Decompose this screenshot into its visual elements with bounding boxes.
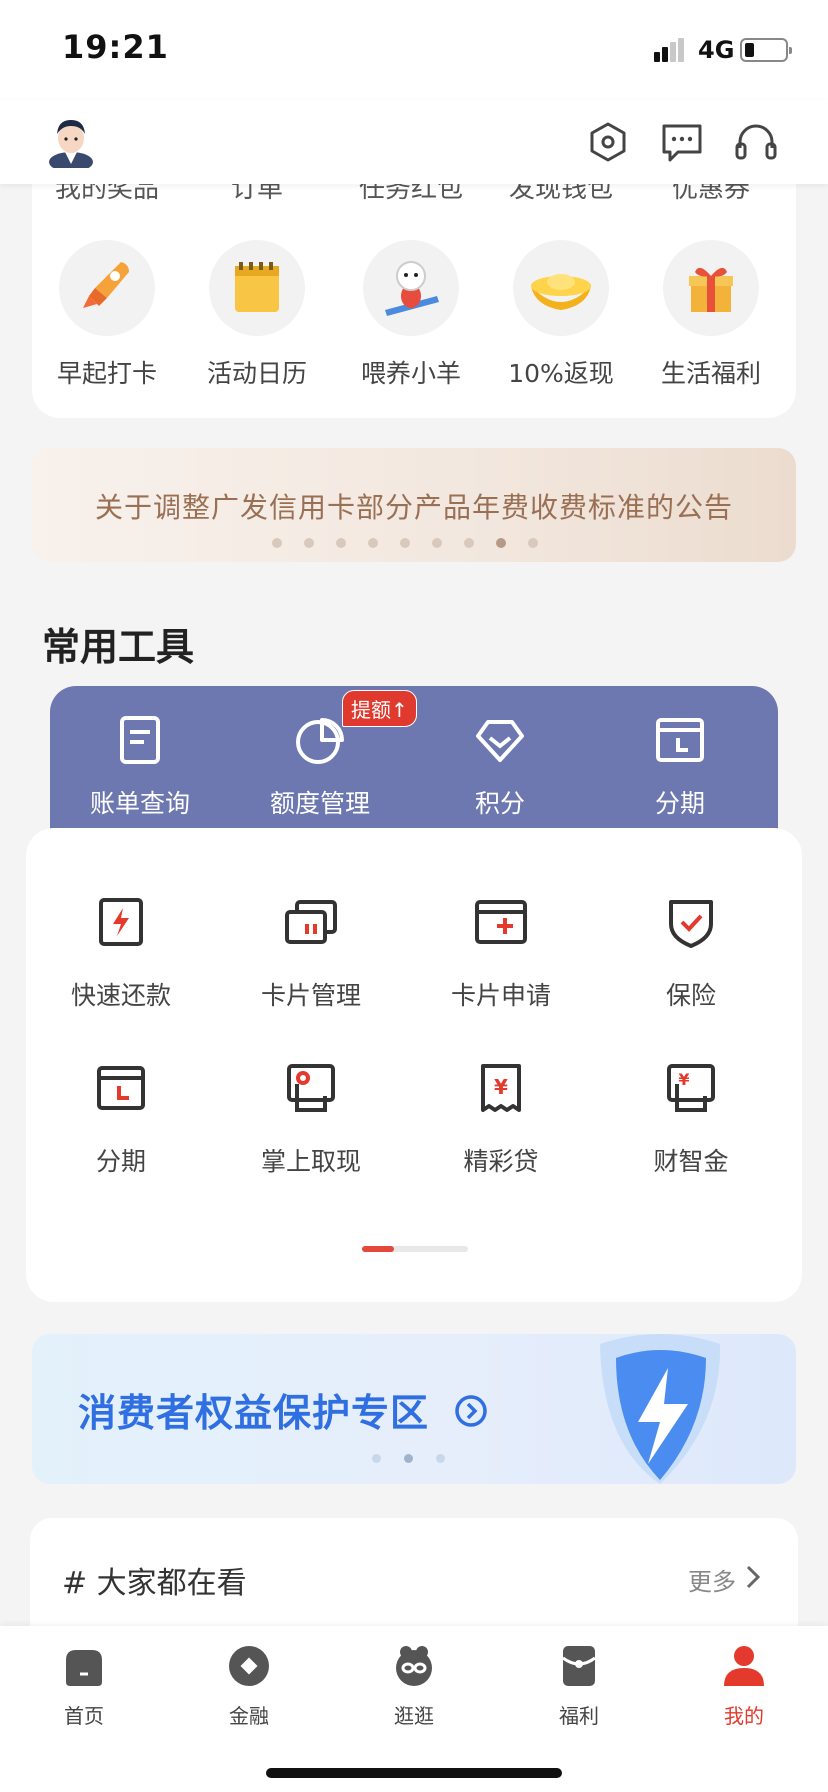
svg-text:¥: ¥ — [494, 1075, 508, 1099]
notice-text: 关于调整广发信用卡部分产品年费收费标准的公告 — [94, 491, 733, 524]
welfare-icon — [562, 1646, 596, 1686]
tool-label: 卡片管理 — [260, 981, 361, 1010]
tab-home[interactable]: 首页 — [24, 1644, 144, 1729]
grid-page-thumb — [362, 1246, 394, 1252]
message-icon[interactable] — [660, 120, 704, 164]
tool-label: 卡片申请 — [450, 981, 551, 1010]
tool-cash-withdraw[interactable]: 掌上取现 — [216, 1060, 406, 1178]
tool-installment[interactable]: 分期 — [590, 714, 770, 820]
entry-label: 喂养小羊 — [360, 359, 461, 388]
svg-text:¥: ¥ — [678, 1070, 689, 1089]
tool-label: 快速还款 — [70, 981, 171, 1010]
tool-label: 分期 — [654, 789, 705, 818]
tool-installment-2[interactable]: 分期 — [26, 1060, 216, 1178]
browse-icon — [396, 1646, 432, 1686]
tool-label: 掌上取现 — [260, 1147, 361, 1176]
tool-credit-limit[interactable]: 额度管理 — [230, 714, 410, 820]
tab-welfare[interactable]: 福利 — [519, 1644, 639, 1729]
tool-bill-query[interactable]: 账单查询 — [50, 714, 230, 820]
tab-finance[interactable]: 金融 — [189, 1644, 309, 1729]
trending-title: # 大家都在看 — [62, 1566, 247, 1601]
shield-check-icon — [669, 900, 713, 948]
add-card-icon — [475, 900, 527, 944]
tool-points[interactable]: 积分 — [410, 714, 590, 820]
gift-icon — [689, 267, 733, 312]
entry-feed-sheep[interactable]: 喂养小羊 — [336, 240, 486, 390]
yuan-card-icon: ¥ — [667, 1064, 715, 1112]
entry-label: 10%返现 — [508, 359, 614, 388]
sheep-icon — [385, 261, 439, 316]
consumer-rights-banner[interactable]: 消费者权益保护专区 — [32, 1334, 796, 1484]
lightning-card-icon — [99, 898, 143, 946]
tool-label: 额度管理 — [269, 789, 370, 818]
yuan-doc-icon: ¥ — [481, 1064, 521, 1112]
consumer-banner-text: 消费者权益保护专区 — [78, 1391, 430, 1435]
header — [0, 100, 828, 184]
tab-mine[interactable]: 我的 — [684, 1644, 804, 1729]
entry-label: 早起打卡 — [56, 359, 157, 388]
tool-label: 保险 — [665, 981, 716, 1010]
gold-ingot-icon — [531, 274, 591, 310]
signal-icon — [654, 38, 688, 62]
headset-icon[interactable] — [734, 120, 778, 164]
pie-chart-icon — [296, 718, 344, 764]
raise-limit-badge: 提额↑ — [342, 690, 417, 727]
cards-icon — [285, 900, 337, 944]
installment-icon — [656, 718, 704, 762]
tab-browse[interactable]: 逛逛 — [354, 1644, 474, 1729]
status-bar: 19:21 4G — [0, 0, 828, 100]
battery-icon — [740, 38, 792, 62]
entry-cashback[interactable]: 10%返现 — [486, 240, 636, 390]
calendar-icon — [235, 262, 279, 312]
tool-label: 财智金 — [653, 1147, 729, 1176]
tab-label: 逛逛 — [394, 1704, 434, 1728]
tool-label: 分期 — [95, 1147, 146, 1176]
tab-label: 金融 — [229, 1704, 269, 1728]
tool-quick-repay[interactable]: 快速还款 — [26, 894, 216, 1012]
bill-icon — [120, 716, 160, 764]
section-title: 常用工具 — [42, 625, 195, 669]
network-type: 4G — [698, 36, 735, 64]
profile-icon — [724, 1646, 764, 1686]
more-link[interactable]: 更多 — [688, 1562, 736, 1597]
tool-loan[interactable]: ¥ 精彩贷 — [406, 1060, 596, 1178]
arrow-circle-icon — [455, 1395, 487, 1427]
entry-label: 生活福利 — [660, 359, 761, 388]
shield-lightning-icon — [600, 1334, 721, 1484]
entry-label: 活动日历 — [206, 359, 307, 388]
tab-label: 我的 — [724, 1704, 764, 1728]
entry-early-checkin[interactable]: 早起打卡 — [32, 240, 182, 390]
tab-label: 福利 — [559, 1704, 599, 1728]
tool-label: 账单查询 — [89, 789, 190, 818]
tool-label: 积分 — [474, 789, 525, 818]
tool-card-manage[interactable]: 卡片管理 — [216, 894, 406, 1012]
chevron-right-icon[interactable] — [742, 1564, 764, 1590]
notice-banner[interactable]: 关于调整广发信用卡部分产品年费收费标准的公告 — [32, 448, 796, 562]
rocket-icon — [83, 262, 129, 308]
carousel-dots — [372, 1454, 452, 1464]
diamond-icon — [476, 720, 524, 762]
home-indicator — [266, 1768, 562, 1778]
entry-life-welfare[interactable]: 生活福利 — [636, 240, 786, 390]
installment-icon — [97, 1066, 145, 1110]
grid-page-indicator — [362, 1246, 468, 1252]
tab-label: 首页 — [64, 1704, 104, 1728]
entry-activity-calendar[interactable]: 活动日历 — [182, 240, 332, 390]
carousel-dots — [272, 538, 572, 548]
cash-card-icon — [287, 1064, 335, 1112]
tool-label: 精彩贷 — [463, 1147, 539, 1176]
tool-smart-fund[interactable]: ¥ 财智金 — [596, 1060, 786, 1178]
tool-card-apply[interactable]: 卡片申请 — [406, 894, 596, 1012]
home-icon — [66, 1650, 102, 1686]
avatar[interactable] — [48, 112, 94, 168]
settings-icon[interactable] — [586, 120, 630, 164]
tools-grid: 快速还款 卡片管理 卡片申请 保险 分期 掌上取现 ¥ 精彩贷 ¥ 财智金 — [26, 828, 802, 1302]
bottom-tab-bar: 首页 金融 逛逛 福利 我的 — [0, 1626, 828, 1792]
tool-insurance[interactable]: 保险 — [596, 894, 786, 1012]
finance-icon — [229, 1646, 269, 1686]
status-time: 19:21 — [62, 28, 169, 66]
